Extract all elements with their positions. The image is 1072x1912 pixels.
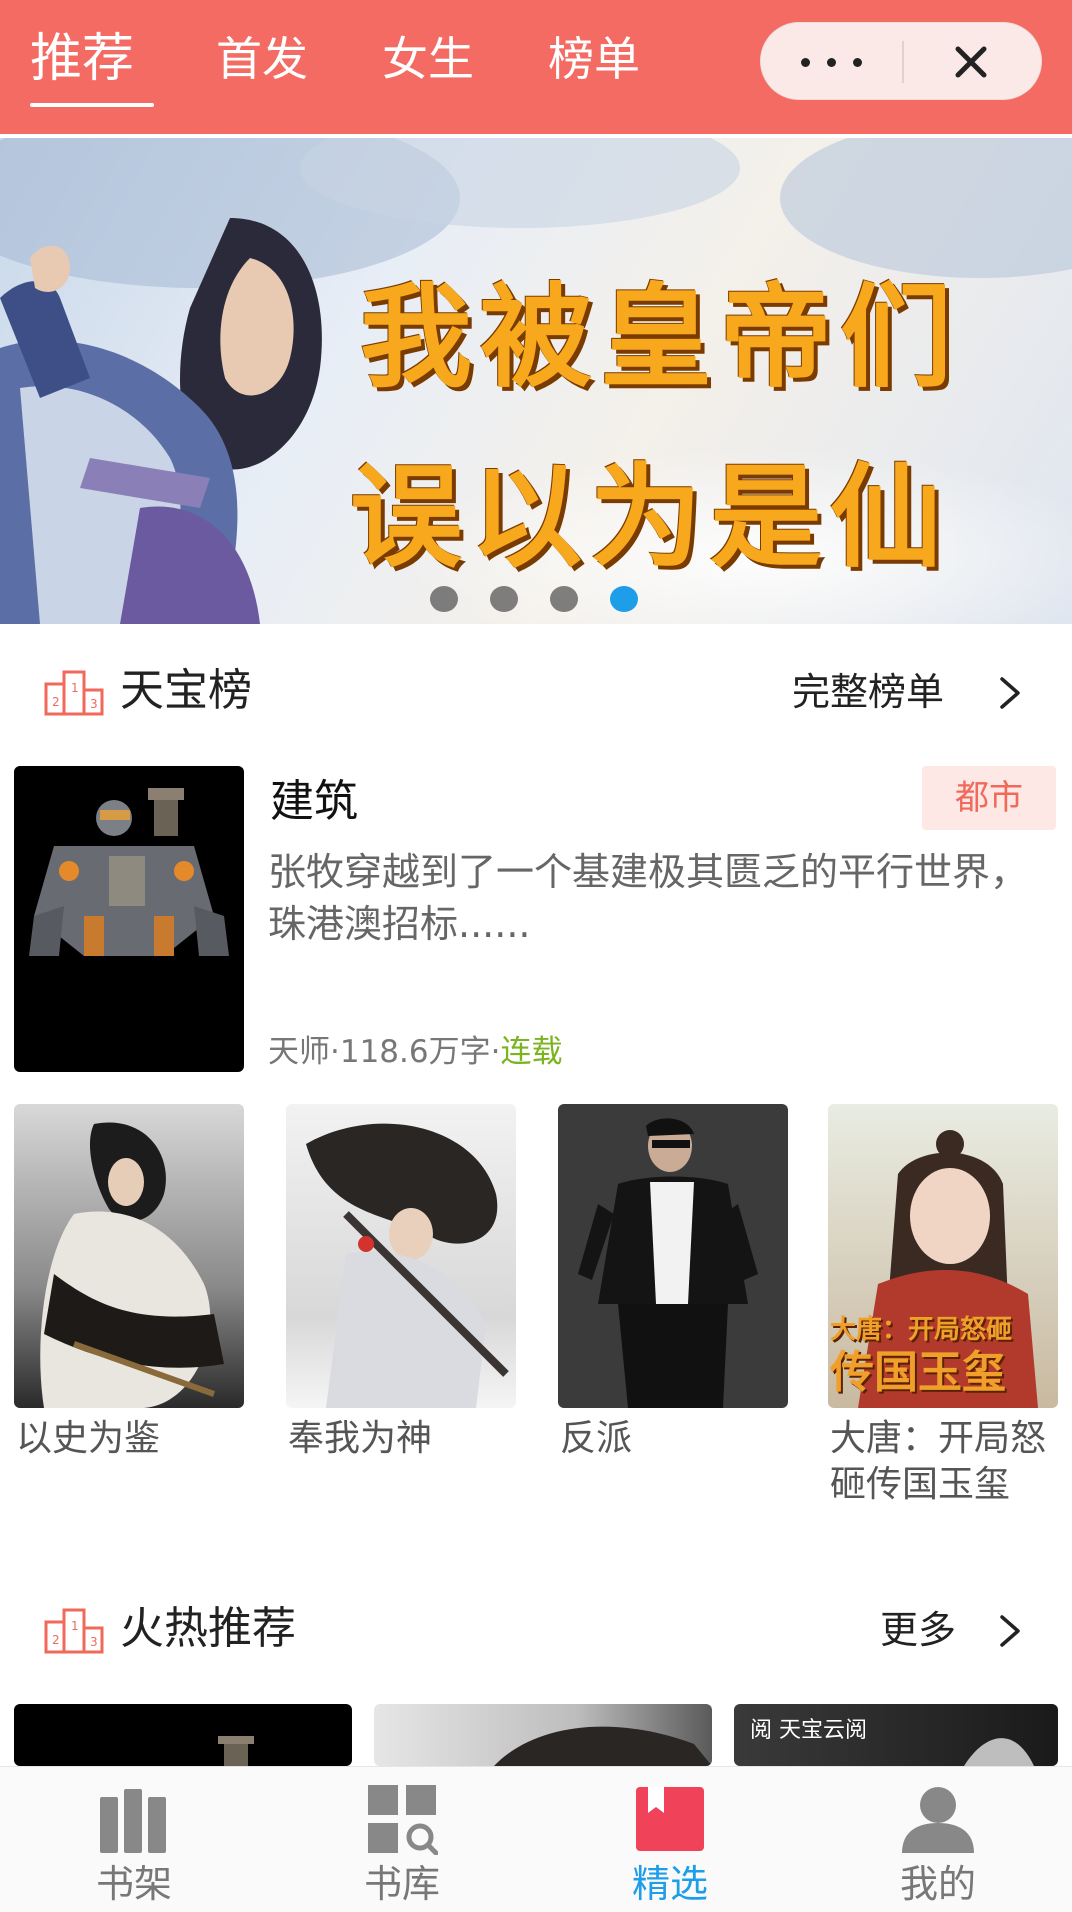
villain-cover-art: [578, 1118, 758, 1408]
capsule-divider: [902, 41, 904, 83]
svg-text:1: 1: [71, 681, 79, 695]
svg-text:3: 3: [90, 697, 98, 711]
hot-cover-art: [218, 1736, 254, 1766]
carousel-dot[interactable]: [490, 586, 518, 612]
book-author: 天师: [268, 1034, 330, 1070]
active-tab-indicator: [30, 103, 154, 107]
hot-cover-art: [964, 1738, 1034, 1766]
book-title[interactable]: 大唐：开局怒砸传国玉玺: [830, 1416, 1058, 1508]
chevron-right-icon[interactable]: [994, 1614, 1024, 1648]
featured-book-title[interactable]: 建筑: [270, 774, 358, 830]
nav-label: 我的: [899, 1862, 976, 1906]
svg-text:1: 1: [71, 1619, 79, 1633]
cover-text: 大唐：开局怒砸 传国玉玺: [830, 1314, 1058, 1400]
banner-title-line2: 误以为是仙: [350, 452, 950, 583]
book-status: 连载: [500, 1034, 563, 1070]
book-cover[interactable]: [558, 1104, 788, 1408]
hot-book-cover[interactable]: 阅 天宝云阅: [734, 1704, 1058, 1766]
meta-separator: ·: [330, 1034, 340, 1070]
banner-title-line1: 我被皇帝们: [360, 272, 960, 403]
swordsman-cover-art: [40, 1122, 224, 1408]
nav-featured[interactable]: 精选: [536, 1767, 804, 1912]
hot-book-cover[interactable]: [374, 1704, 712, 1766]
mini-program-capsule: [760, 22, 1042, 100]
carousel-dot[interactable]: [550, 586, 578, 612]
deity-cover-art: [306, 1123, 509, 1408]
tab-first-release[interactable]: 首发: [216, 30, 308, 88]
cover-text-line2: 传国玉玺: [830, 1347, 1006, 1398]
promo-banner[interactable]: 我被皇帝们 误以为是仙: [0, 138, 1072, 624]
hot-section-title: 火热推荐: [120, 1603, 296, 1654]
nav-label: 精选: [631, 1862, 708, 1906]
close-icon[interactable]: [946, 37, 996, 87]
top-header: 推荐 首发 女生 榜单: [0, 0, 1072, 134]
hot-section-header: 2 1 3 火热推荐 更多: [0, 1584, 1072, 1674]
library-search-icon: [368, 1785, 438, 1855]
book-cover[interactable]: [286, 1104, 516, 1408]
cover-text-line1: 大唐：开局怒砸: [830, 1315, 1013, 1345]
tab-female[interactable]: 女生: [382, 30, 474, 88]
svg-text:3: 3: [90, 1635, 98, 1649]
full-ranking-link[interactable]: 完整榜单: [792, 666, 944, 718]
ranking-section-header: 2 1 3 天宝榜 完整榜单: [0, 646, 1072, 736]
book-title[interactable]: 反派: [560, 1416, 790, 1462]
tab-rankings[interactable]: 榜单: [548, 30, 640, 88]
user-icon: [902, 1787, 974, 1853]
carousel-dot[interactable]: [430, 586, 458, 612]
carousel-dot-active[interactable]: [610, 586, 638, 612]
nav-label: 书库: [363, 1862, 440, 1906]
nav-library[interactable]: 书库: [268, 1767, 536, 1912]
banner-character-art: [0, 218, 322, 624]
ellipsis-icon[interactable]: [801, 49, 865, 75]
meta-separator: ·: [490, 1034, 501, 1070]
svg-text:2: 2: [52, 695, 60, 709]
featured-book-description: 张牧穿越到了一个基建极其匮乏的平行世界，珠港澳招标......: [268, 850, 1029, 946]
nav-profile[interactable]: 我的: [804, 1767, 1072, 1912]
featured-book-cover[interactable]: [14, 766, 244, 1072]
robot-cover-art: [29, 788, 229, 956]
nav-label: 书架: [95, 1862, 172, 1906]
book-cover[interactable]: [14, 1104, 244, 1408]
hot-book-cover[interactable]: [14, 1704, 352, 1766]
ranking-section-title: 天宝榜: [120, 665, 252, 716]
nav-bookshelf[interactable]: 书架: [0, 1767, 268, 1912]
chevron-right-icon[interactable]: [994, 676, 1024, 710]
podium-icon: 2 1 3: [44, 670, 104, 716]
hot-cover-art: [494, 1726, 712, 1766]
more-link[interactable]: 更多: [880, 1604, 956, 1656]
svg-text:2: 2: [52, 1633, 60, 1647]
book-title[interactable]: 以史为鉴: [16, 1416, 246, 1462]
bookmark-book-icon: [636, 1787, 704, 1851]
book-cover[interactable]: 大唐：开局怒砸 传国玉玺: [828, 1104, 1058, 1408]
featured-book-meta: 天师·118.6万字·连载: [268, 1032, 562, 1072]
tab-recommend[interactable]: 推荐: [30, 30, 134, 88]
genre-tag[interactable]: 都市: [922, 766, 1056, 830]
podium-icon: 2 1 3: [44, 1608, 104, 1654]
bookshelf-icon: [100, 1789, 166, 1853]
carousel-indicator: [430, 586, 650, 616]
book-title[interactable]: 奉我为神: [288, 1416, 518, 1462]
bottom-nav: 书架 书库 精选 我的: [0, 1766, 1072, 1912]
book-word-count: 118.6万字: [339, 1034, 491, 1070]
